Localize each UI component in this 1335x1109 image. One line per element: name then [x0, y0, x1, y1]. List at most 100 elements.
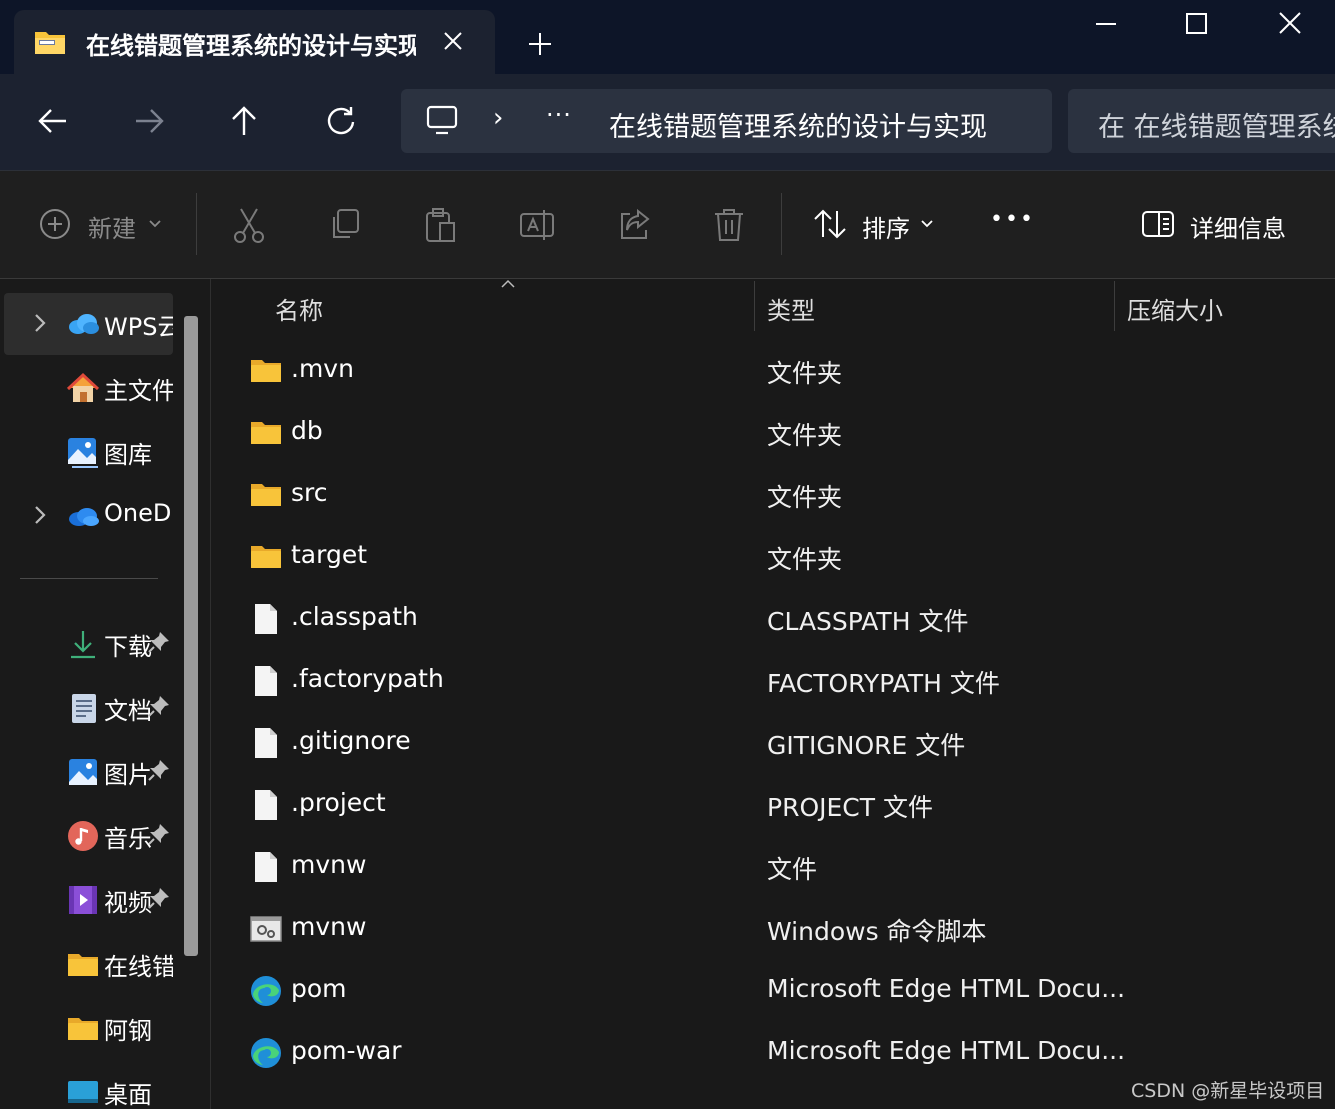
sidebar-scrollbar-thumb[interactable] — [184, 316, 198, 956]
sidebar-item-videos[interactable]: 视频 — [4, 869, 173, 931]
search-placeholder: 在 在线错题管理系统 — [1098, 112, 1335, 143]
watermark: CSDN @新星毕设项目 — [1131, 1080, 1325, 1102]
toolbar-divider — [781, 193, 782, 255]
chevron-down-icon — [149, 220, 161, 228]
script-icon — [250, 916, 282, 942]
home-icon — [66, 372, 100, 402]
minimize-button[interactable] — [1061, 0, 1151, 46]
file-row[interactable]: db 文件夹 — [211, 402, 1335, 464]
pin-icon[interactable] — [146, 757, 172, 783]
file-row[interactable]: .mvn 文件夹 — [211, 340, 1335, 402]
minimize-icon — [1096, 23, 1116, 25]
column-divider[interactable] — [1114, 281, 1115, 331]
refresh-icon[interactable] — [324, 104, 358, 138]
new-label: 新建 — [88, 215, 136, 243]
sidebar-item-label: 主文件夹 — [104, 377, 173, 405]
breadcrumb-separator[interactable]: › — [493, 103, 503, 133]
delete-icon[interactable] — [709, 205, 749, 245]
maximize-button[interactable] — [1152, 0, 1242, 46]
chevron-right-icon[interactable] — [28, 503, 52, 527]
sort-ascending-icon — [501, 279, 515, 288]
pin-icon[interactable] — [146, 821, 172, 847]
sidebar-item-gallery[interactable]: 图库 — [4, 421, 173, 483]
column-header-name[interactable]: 名称 — [275, 291, 323, 326]
pin-icon[interactable] — [146, 693, 172, 719]
details-button[interactable]: 详细信息 — [1140, 205, 1300, 245]
sidebar-item-onedrive[interactable]: OneDrive — [4, 485, 173, 547]
address-bar[interactable]: › ··· 在线错题管理系统的设计与实现 — [401, 89, 1052, 153]
sidebar-item-label: 下载 — [104, 633, 152, 661]
file-row[interactable]: pom-war Microsoft Edge HTML Docu... — [211, 1022, 1335, 1084]
file-name: src — [291, 478, 328, 507]
sidebar-item-downloads[interactable]: 下载 — [4, 613, 173, 675]
monitor-icon[interactable] — [425, 103, 459, 137]
chevron-right-icon[interactable] — [28, 311, 52, 335]
file-row[interactable]: src 文件夹 — [211, 464, 1335, 526]
file-row[interactable]: .classpath CLASSPATH 文件 — [211, 588, 1335, 650]
sidebar-item-label: 在线错题管理系统的设计与实现 — [104, 953, 173, 981]
pictures-icon — [69, 759, 97, 785]
arrow-right-icon[interactable] — [132, 104, 166, 138]
sidebar-item-documents[interactable]: 文档 — [4, 677, 173, 739]
more-options-button[interactable]: ••• — [990, 207, 1035, 232]
file-name: .classpath — [291, 602, 418, 631]
sidebar-item-wps-cloud[interactable]: WPS云盘 — [4, 293, 173, 355]
file-icon — [255, 728, 277, 758]
cut-icon[interactable] — [229, 205, 269, 245]
folder-icon — [251, 546, 281, 568]
breadcrumb-current[interactable]: 在线错题管理系统的设计与实现 — [609, 105, 987, 144]
pin-icon[interactable] — [146, 629, 172, 655]
copy-icon[interactable] — [325, 205, 365, 245]
file-row[interactable]: pom Microsoft Edge HTML Docu... — [211, 960, 1335, 1022]
tab-active[interactable]: 在线错题管理系统的设计与实现 — [14, 10, 495, 74]
folder-zip-icon — [34, 28, 66, 56]
edge-icon — [251, 976, 281, 1006]
file-row[interactable]: mvnw Windows 命令脚本 — [211, 898, 1335, 960]
sidebar-item-label: 阿钢 — [104, 1017, 152, 1045]
command-bar: 新建 排序 ••• 详细信息 — [0, 171, 1335, 279]
arrow-up-icon[interactable] — [227, 104, 261, 138]
folder-icon — [68, 954, 98, 976]
file-type: Microsoft Edge HTML Docu... — [767, 1036, 1126, 1065]
sidebar-item-project-folder[interactable]: 在线错题管理系统的设计与实现 — [4, 933, 173, 995]
window-close-button[interactable] — [1245, 0, 1335, 46]
file-name: .mvn — [291, 354, 354, 383]
file-row[interactable]: .project PROJECT 文件 — [211, 774, 1335, 836]
plus-icon[interactable] — [526, 30, 554, 58]
folder-icon — [68, 1018, 98, 1040]
file-type: 文件夹 — [767, 545, 843, 574]
folder-icon — [251, 484, 281, 506]
file-row[interactable]: .factorypath FACTORYPATH 文件 — [211, 650, 1335, 712]
sidebar-item-agang[interactable]: 阿钢 — [4, 997, 173, 1059]
column-header-size[interactable]: 压缩大小 — [1127, 291, 1223, 326]
new-button[interactable]: 新建 — [38, 205, 168, 245]
file-icon — [255, 852, 277, 882]
gallery-icon — [68, 438, 98, 468]
sidebar-item-music[interactable]: 音乐 — [4, 805, 173, 867]
sidebar-item-label: 图片 — [104, 761, 152, 789]
file-row[interactable]: .gitignore GITIGNORE 文件 — [211, 712, 1335, 774]
plus-circle-icon — [40, 209, 70, 239]
breadcrumb-more[interactable]: ··· — [546, 101, 572, 129]
paste-icon[interactable] — [420, 205, 460, 245]
file-row[interactable]: target 文件夹 — [211, 526, 1335, 588]
pin-icon[interactable] — [146, 885, 172, 911]
chevron-down-icon — [921, 220, 933, 228]
sort-button[interactable]: 排序 — [812, 205, 942, 245]
column-header-type[interactable]: 类型 — [767, 291, 815, 326]
column-divider[interactable] — [754, 281, 755, 331]
desktop-icon — [68, 1081, 98, 1103]
sidebar-item-desktop[interactable]: 桌面 — [4, 1061, 173, 1109]
search-box[interactable]: 在 在线错题管理系统 — [1068, 89, 1335, 153]
rename-icon[interactable] — [517, 205, 557, 245]
sidebar-item-pictures[interactable]: 图片 — [4, 741, 173, 803]
close-icon[interactable] — [440, 28, 466, 54]
sidebar-item-home[interactable]: 主文件夹 — [4, 357, 173, 419]
navigation-bar: › ··· 在线错题管理系统的设计与实现 在 在线错题管理系统 — [0, 74, 1335, 171]
arrow-left-icon[interactable] — [36, 104, 70, 138]
onedrive-icon — [69, 508, 99, 526]
column-header-row: 名称 类型 压缩大小 — [211, 279, 1335, 335]
file-icon — [255, 666, 277, 696]
share-icon[interactable] — [614, 205, 654, 245]
file-row[interactable]: mvnw 文件 — [211, 836, 1335, 898]
